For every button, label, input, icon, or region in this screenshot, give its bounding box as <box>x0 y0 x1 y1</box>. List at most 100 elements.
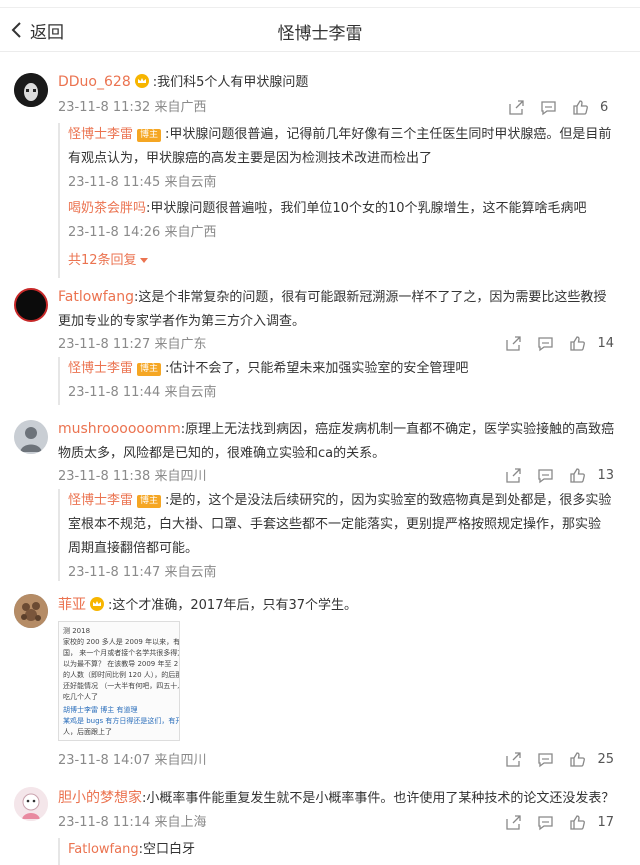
image-text-line: 的人数（即时间比例 120 人），的后那段 <box>63 671 180 679</box>
comment-icon <box>538 752 553 767</box>
image-text-line: 吃几个人了 <box>63 693 98 701</box>
window-top-strip <box>0 0 640 8</box>
comment-body: 胆小的梦想家:小概率事件能重复发生就不是小概率事件。也许使用了某种技术的论文还没… <box>58 786 618 811</box>
avatar-image <box>16 290 46 320</box>
share-button[interactable] <box>497 333 529 353</box>
comment-meta: 23-11-8 14:07 来自四川 <box>58 753 207 768</box>
caret-down-icon <box>139 258 148 263</box>
like-count: 6 <box>600 99 609 115</box>
share-button[interactable] <box>497 812 529 832</box>
comment-actions: 6 <box>500 97 614 117</box>
comment-button[interactable] <box>529 465 561 485</box>
reply-block: 怪博士李雷 博主:是的，这个是没法后续研究的，因为实验室的致癌物真是到处都是，很多… <box>58 489 618 581</box>
comment-text: :这个才准确，2017年后，只有37个学生。 <box>108 598 358 613</box>
comment-text: :我们科5个人有甲状腺问题 <box>152 75 309 90</box>
comment-icon <box>538 336 553 351</box>
avatar-image <box>14 594 48 628</box>
reply-username[interactable]: 怪博士李雷 <box>68 493 133 508</box>
share-button[interactable] <box>497 749 529 769</box>
thumbs-up-icon <box>570 814 585 830</box>
comment-body: 菲亚 :这个才准确，2017年后，只有37个学生。 <box>58 593 618 618</box>
reply-username[interactable]: 怪博士李雷 <box>68 361 133 376</box>
comment-actions: 13 <box>497 465 614 485</box>
like-button[interactable] <box>564 97 596 117</box>
reply-text: :甲状腺问题很普遍，记得前几年好像有三个主任医生同时甲状腺癌。但是目前 <box>165 127 612 142</box>
avatar[interactable] <box>14 288 48 322</box>
comment-text: :小概率事件能重复发生就不是小概率事件。也许使用了某种技术的论文还没发表？ <box>142 791 615 806</box>
reply-meta: 23-11-8 14:26 来自广西 <box>68 225 217 240</box>
thumbs-up-icon <box>570 467 585 483</box>
reply-item: 喝奶茶会胖吗:甲状腺问题很普遍啦，我们单位10个女的10个乳腺增生，这不能算啥毛… <box>68 197 616 245</box>
avatar[interactable] <box>14 594 48 628</box>
more-replies-link[interactable]: 共12条回复 <box>68 249 149 268</box>
share-icon <box>508 99 524 115</box>
like-button[interactable] <box>561 812 593 832</box>
share-button[interactable] <box>497 465 529 485</box>
like-button[interactable] <box>561 749 593 769</box>
avatar[interactable] <box>14 787 48 821</box>
like-count: 14 <box>597 335 614 351</box>
like-count: 17 <box>597 814 614 830</box>
comment-icon <box>538 815 553 830</box>
comment-button[interactable] <box>529 812 561 832</box>
comment-body: DDuo_628 :我们科5个人有甲状腺问题 <box>58 71 308 95</box>
image-text-line: 测 2018 <box>63 627 91 635</box>
comment-body: mushroooooomm:原理上无法找到病因，癌症发病机制一直都不确定，医学实… <box>58 417 618 466</box>
comment-username[interactable]: DDuo_628 <box>58 74 131 90</box>
like-button[interactable] <box>561 333 593 353</box>
more-replies-label: 共12条回复 <box>68 253 137 268</box>
comment-button[interactable] <box>532 97 564 117</box>
image-text-line: 家校的 200 多人是 2009 年以来，有且仅 <box>63 638 180 646</box>
comment-text-line2: 物质太多，风险都是已知的，很难确立实验和ca的关系。 <box>58 446 386 461</box>
reply-meta: 23-11-8 11:47 来自云南 <box>68 565 217 580</box>
image-text-line: 还好能情况 （一大半有何吧，四五十人） <box>63 682 180 690</box>
reply-text: :估计不会了，只能希望未来加强实验室的安全管理吧 <box>165 361 469 376</box>
comment-meta: 23-11-8 11:38 来自四川 <box>58 469 207 484</box>
reply-item: Fatlowfang:空口白牙 <box>68 838 616 862</box>
like-count: 13 <box>597 467 614 483</box>
reply-text-line2: 室根本不规范，白大褂、口罩、手套这些都不一定能落实，更别提严格按照规定操作，那实… <box>68 517 602 532</box>
comment-username[interactable]: 胆小的梦想家 <box>58 790 142 806</box>
comment-meta: 23-11-8 11:27 来自广东 <box>58 337 207 352</box>
author-badge: 博主 <box>137 495 162 508</box>
reply-text: :甲状腺问题很普遍啦，我们单位10个女的10个乳腺增生，这不能算啥毛病吧 <box>146 201 587 216</box>
author-badge: 博主 <box>137 129 162 142</box>
reply-username[interactable]: Fatlowfang <box>68 842 139 857</box>
thumbs-up-icon <box>570 751 585 767</box>
comment-image-thumbnail[interactable]: 测 2018 家校的 200 多人是 2009 年以来，有且仅 国， 来一个月或… <box>58 621 180 741</box>
image-text-line: 某鸡是 bugs 有方日得还是这们，有开化以后 <box>63 717 179 725</box>
comment-text: :这是个非常复杂的问题，很有可能跟新冠溯源一样不了了之，因为需要比这些教授 <box>134 290 607 305</box>
crown-icon <box>90 597 104 611</box>
share-button[interactable] <box>500 97 532 117</box>
image-text-line: 以为最不算？ 在该教导 2009 年至 2 <box>63 660 179 668</box>
reply-username[interactable]: 怪博士李雷 <box>68 127 133 142</box>
reply-block: 怪博士李雷 博主:甲状腺问题很普遍，记得前几年好像有三个主任医生同时甲状腺癌。但是… <box>58 123 618 278</box>
crown-icon <box>134 74 149 88</box>
comment-meta: 23-11-8 11:32 来自广西 <box>58 100 207 115</box>
comment-username[interactable]: mushroooooomm <box>58 421 181 437</box>
comment-meta: 23-11-8 11:14 来自上海 <box>58 815 207 830</box>
comment-button[interactable] <box>529 333 561 353</box>
avatar[interactable] <box>14 420 48 454</box>
reply-block: 怪博士李雷 博主:估计不会了，只能希望未来加强实验室的安全管理吧 23-11-8 … <box>58 357 618 405</box>
reply-text: :是的，这个是没法后续研究的，因为实验室的致癌物真是到处都是，很多实验 <box>165 493 612 508</box>
avatar[interactable] <box>14 73 48 107</box>
avatar-image <box>14 73 48 107</box>
reply-meta: 23-11-8 11:45 来自云南 <box>68 175 217 190</box>
image-text-line: 国， 来一个月或者接个名学共很多得方不简 <box>63 649 179 657</box>
comment-username[interactable]: 菲亚 <box>58 597 86 613</box>
reply-item: 怪博士李雷 博主:甲状腺问题很普遍，记得前几年好像有三个主任医生同时甲状腺癌。但是… <box>68 123 616 195</box>
image-text-line: 胡博士李雷 博主 有道理 <box>63 706 138 714</box>
comment-text: :原理上无法找到病因，癌症发病机制一直都不确定，医学实验接触的高致癌 <box>180 422 615 437</box>
thumbs-up-icon <box>572 99 588 115</box>
comment-username[interactable]: Fatlowfang <box>58 289 134 305</box>
reply-meta: 23-11-8 11:44 来自云南 <box>68 385 217 400</box>
reply-block: Fatlowfang:空口白牙 <box>58 838 618 865</box>
like-button[interactable] <box>561 465 593 485</box>
share-icon <box>506 751 521 767</box>
reply-text-line2: 有观点认为，甲状腺癌的高发主要是因为检测技术改进而检出了 <box>68 151 433 166</box>
reply-username[interactable]: 喝奶茶会胖吗 <box>68 201 146 216</box>
comment-button[interactable] <box>529 749 561 769</box>
comment-icon <box>540 100 556 115</box>
comment-actions: 14 <box>497 333 614 353</box>
